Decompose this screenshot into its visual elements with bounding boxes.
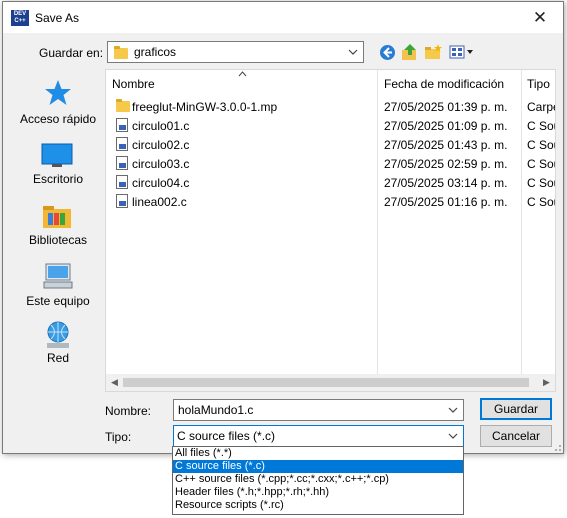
- place-quick-access[interactable]: Acceso rápido: [13, 79, 103, 135]
- network-icon: [47, 321, 69, 348]
- place-desktop[interactable]: Escritorio: [13, 141, 103, 197]
- list-item[interactable]: circulo01.c 27/05/2025 01:09 p. m. C Sou: [106, 116, 555, 135]
- file-name: freeglut-MinGW-3.0.0-1.mp: [132, 100, 278, 114]
- save-in-label: Guardar en:: [39, 46, 104, 60]
- place-label: Bibliotecas: [28, 233, 88, 247]
- title-bar[interactable]: DEV C++ Save As ✕: [3, 2, 563, 33]
- file-date: 27/05/2025 01:09 p. m.: [384, 119, 508, 133]
- cancel-button[interactable]: Cancelar: [480, 425, 552, 447]
- libraries-icon: [43, 206, 71, 228]
- scroll-right-icon[interactable]: ▶: [538, 374, 555, 391]
- dropdown-option-selected[interactable]: C source files (*.c): [173, 460, 463, 473]
- place-this-pc[interactable]: Este equipo: [13, 262, 103, 318]
- up-folder-icon[interactable]: [401, 43, 419, 61]
- file-name: circulo04.c: [132, 176, 190, 190]
- file-date: 27/05/2025 02:59 p. m.: [384, 157, 508, 171]
- file-name-label: Nombre:: [105, 404, 152, 418]
- c-source-file-icon: [116, 175, 128, 189]
- place-network[interactable]: Red: [13, 321, 103, 377]
- horizontal-scrollbar[interactable]: ◀ ▶: [106, 374, 555, 391]
- file-type: C Sou: [527, 157, 555, 171]
- file-type-value: C source files (*.c): [177, 429, 276, 443]
- save-in-value: graficos: [134, 45, 177, 59]
- back-icon[interactable]: [379, 44, 396, 61]
- column-header-name[interactable]: Nombre: [112, 70, 155, 94]
- places-bar: Acceso rápido Escritorio Bibliotecas Est…: [13, 69, 103, 392]
- save-button[interactable]: Guardar: [480, 398, 552, 420]
- list-item[interactable]: circulo03.c 27/05/2025 02:59 p. m. C Sou: [106, 154, 555, 173]
- dropdown-option[interactable]: Header files (*.h;*.hpp;*.rh;*.hh): [173, 486, 463, 499]
- folder-icon: [114, 46, 128, 59]
- chevron-down-icon[interactable]: [448, 407, 458, 414]
- file-list[interactable]: Nombre Fecha de modificación Tipo freegl…: [105, 69, 556, 392]
- save-as-dialog: DEV C++ Save As ✕ Guardar en: graficos A…: [2, 1, 564, 454]
- file-type: C Sou: [527, 195, 555, 209]
- c-source-file-icon: [116, 137, 128, 151]
- file-type: C Sou: [527, 119, 555, 133]
- file-date: 27/05/2025 01:39 p. m.: [384, 100, 508, 114]
- place-label: Red: [46, 351, 69, 365]
- file-type: C Sou: [527, 138, 555, 152]
- column-header-date[interactable]: Fecha de modificación: [384, 70, 504, 94]
- file-name: linea002.c: [132, 195, 187, 209]
- dropdown-option[interactable]: C++ source files (*.cpp;*.cc;*.cxx;*.c++…: [173, 473, 463, 486]
- place-label: Escritorio: [32, 172, 83, 186]
- c-source-file-icon: [116, 194, 128, 208]
- close-button[interactable]: ✕: [517, 2, 563, 33]
- file-type: Carpe: [527, 100, 555, 114]
- column-header-type[interactable]: Tipo: [527, 70, 550, 94]
- place-libraries[interactable]: Bibliotecas: [13, 201, 103, 257]
- file-date: 27/05/2025 03:14 p. m.: [384, 176, 508, 190]
- c-source-file-icon: [116, 156, 128, 170]
- chevron-down-icon[interactable]: [448, 433, 458, 440]
- resize-grip-icon[interactable]: [552, 442, 562, 452]
- list-item[interactable]: circulo02.c 27/05/2025 01:43 p. m. C Sou: [106, 135, 555, 154]
- file-name-value: holaMundo1.c: [178, 403, 254, 417]
- dropdown-option[interactable]: All files (*.*): [173, 447, 463, 460]
- file-type: C Sou: [527, 176, 555, 190]
- dropdown-option[interactable]: Resource scripts (*.rc): [173, 499, 463, 512]
- chevron-down-icon: [348, 49, 358, 55]
- file-name-input[interactable]: holaMundo1.c: [173, 399, 464, 421]
- file-name: circulo03.c: [132, 157, 190, 171]
- folder-icon: [116, 99, 130, 112]
- file-type-dropdown-list[interactable]: All files (*.*) C source files (*.c) C++…: [172, 446, 464, 515]
- file-date: 27/05/2025 01:43 p. m.: [384, 138, 508, 152]
- list-item[interactable]: circulo04.c 27/05/2025 03:14 p. m. C Sou: [106, 173, 555, 192]
- dev-cpp-app-icon: DEV C++: [11, 10, 29, 26]
- file-date: 27/05/2025 01:16 p. m.: [384, 195, 508, 209]
- view-menu-icon[interactable]: [449, 44, 475, 60]
- file-type-select[interactable]: C source files (*.c): [173, 425, 464, 447]
- star-icon: [45, 80, 71, 105]
- c-source-file-icon: [116, 118, 128, 132]
- new-folder-icon[interactable]: [424, 43, 442, 61]
- computer-icon: [43, 263, 73, 289]
- place-label: Acceso rápido: [19, 112, 97, 126]
- scroll-left-icon[interactable]: ◀: [106, 374, 123, 391]
- scrollbar-thumb[interactable]: [123, 378, 529, 387]
- desktop-icon: [41, 143, 73, 167]
- place-label: Este equipo: [26, 294, 90, 308]
- sort-ascending-icon: [238, 71, 247, 77]
- window-title: Save As: [35, 11, 80, 25]
- list-item[interactable]: linea002.c 27/05/2025 01:16 p. m. C Sou: [106, 192, 555, 211]
- list-item[interactable]: freeglut-MinGW-3.0.0-1.mp 27/05/2025 01:…: [106, 97, 555, 116]
- save-in-combo[interactable]: graficos: [107, 41, 364, 63]
- file-type-label: Tipo:: [105, 430, 132, 444]
- file-name: circulo02.c: [132, 138, 190, 152]
- file-name: circulo01.c: [132, 119, 190, 133]
